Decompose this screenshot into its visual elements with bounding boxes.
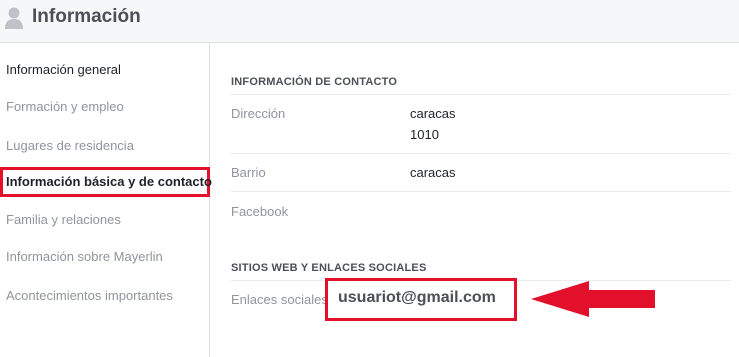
email-link[interactable]: usuariot@gmail.com bbox=[325, 278, 517, 321]
page-title: Información bbox=[32, 6, 141, 27]
main-content: INFORMACIÓN DE CONTACTO Dirección caraca… bbox=[211, 43, 739, 357]
divider bbox=[231, 191, 731, 192]
address-label: Dirección bbox=[231, 106, 286, 121]
neighborhood-value: caracas bbox=[410, 165, 456, 180]
web-section-title: SITIOS WEB Y ENLACES SOCIALES bbox=[231, 262, 427, 274]
divider bbox=[231, 94, 731, 95]
sidebar-item-contact-basic-info[interactable]: Información básica y de contacto bbox=[0, 167, 212, 197]
red-arrow-icon bbox=[531, 281, 655, 317]
sidebar-item-education-work[interactable]: Formación y empleo bbox=[0, 92, 210, 122]
page-header: Información bbox=[0, 0, 739, 43]
social-links-label: Enlaces sociales bbox=[231, 292, 328, 307]
facebook-label: Facebook bbox=[231, 204, 289, 219]
divider bbox=[231, 153, 731, 154]
sidebar-item-places-lived[interactable]: Lugares de residencia bbox=[0, 131, 210, 161]
sidebar-item-general[interactable]: Información general bbox=[0, 55, 210, 85]
sidebar-item-family[interactable]: Familia y relaciones bbox=[0, 205, 210, 235]
address-line1: caracas bbox=[410, 106, 456, 121]
contact-section-title: INFORMACIÓN DE CONTACTO bbox=[231, 76, 398, 88]
sidebar-item-life-events[interactable]: Acontecimientos importantes bbox=[0, 281, 210, 311]
sidebar: Información general Formación y empleo L… bbox=[0, 43, 212, 357]
address-line2: 1010 bbox=[410, 127, 439, 142]
person-icon bbox=[5, 7, 23, 29]
neighborhood-label: Barrio bbox=[231, 165, 266, 180]
sidebar-item-about[interactable]: Información sobre Mayerlin bbox=[0, 242, 210, 272]
